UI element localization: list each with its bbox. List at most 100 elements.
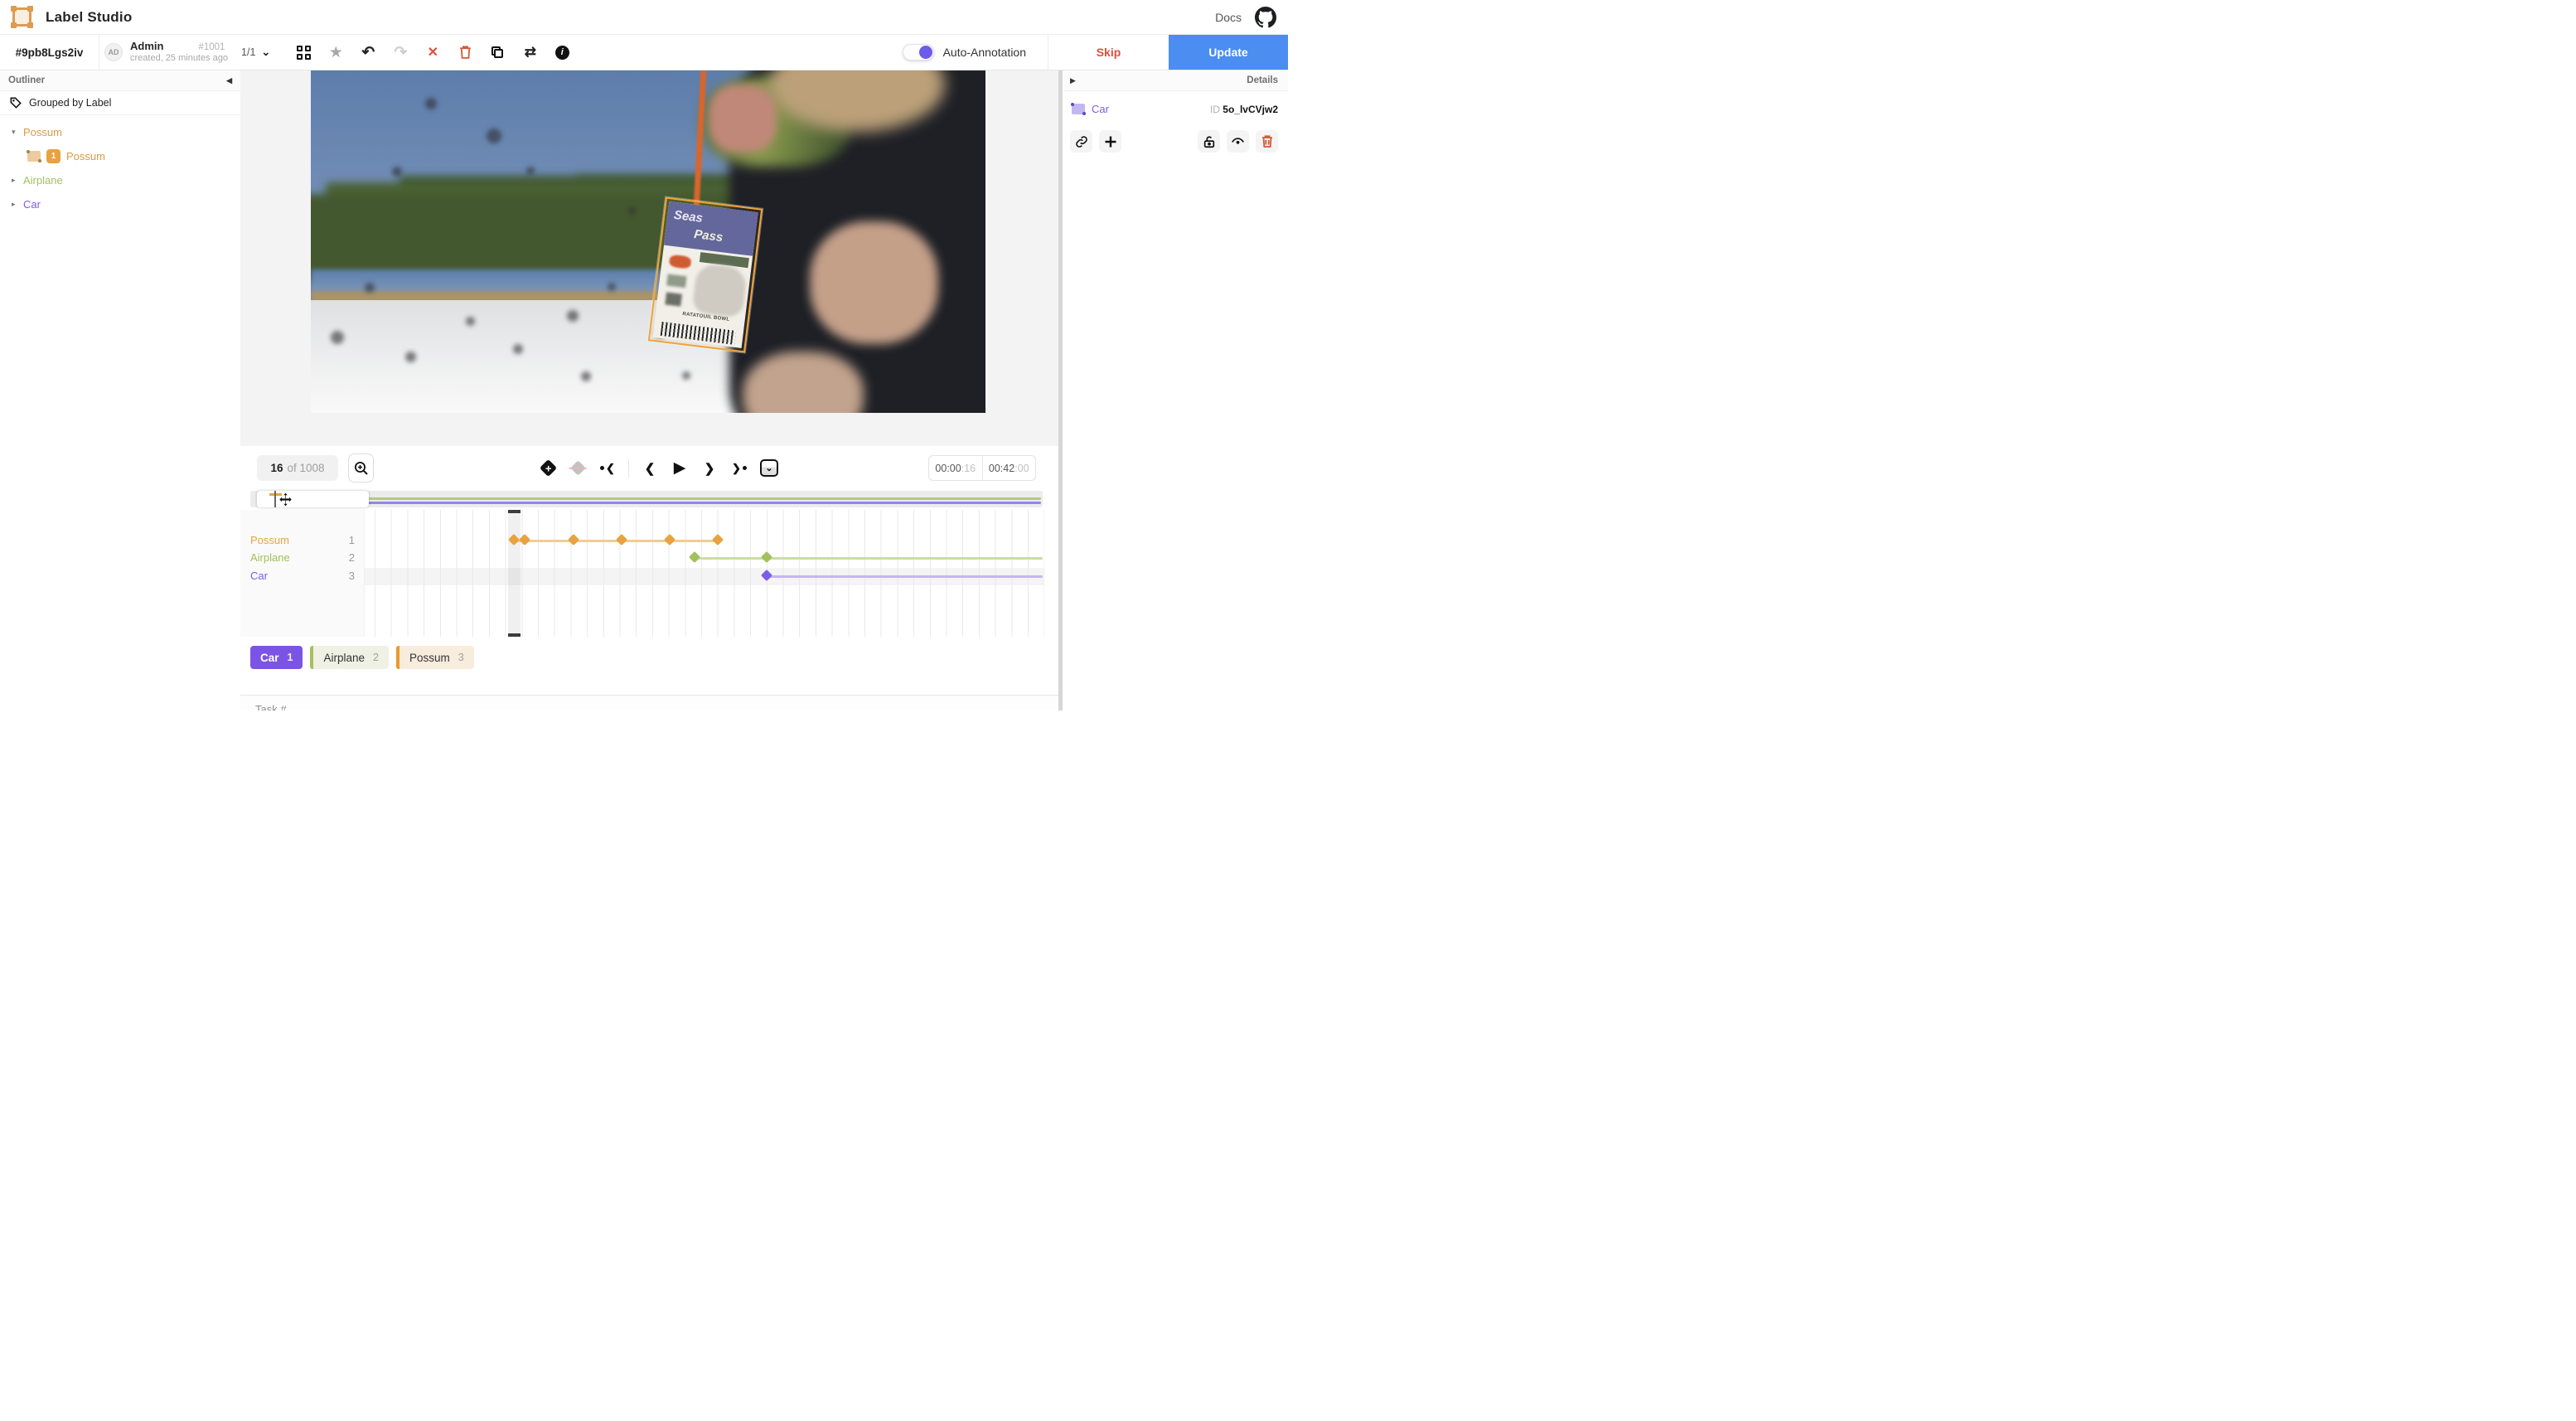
current-frame: 16 [270,462,283,474]
label-chip-airplane[interactable]: Airplane 2 [310,646,388,669]
track-label-possum[interactable]: Possum1 [250,534,355,546]
annotation-info[interactable]: AD Admin #1001 created, 25 minutes ago [99,35,236,70]
swap-icon[interactable]: ⇄ [520,42,540,62]
expand-arrow-icon[interactable]: ▸ [12,176,23,185]
keyframe-diamond[interactable] [712,534,724,546]
prev-keyframe-button[interactable]: ❮ [598,459,617,478]
views-grid-icon[interactable] [293,42,313,62]
label-chip-car[interactable]: Car 1 [250,646,303,669]
play-button[interactable]: ▶ [671,459,689,478]
group-label: Airplane [23,174,63,187]
github-icon[interactable] [1255,7,1276,28]
next-keyframe-button[interactable]: ❯ [730,459,748,478]
auto-annotation-label: Auto-Annotation [943,46,1026,59]
annotation-id: #1001 [198,42,225,53]
keyframe-diamond[interactable] [568,534,579,546]
collapse-timeline-button[interactable]: ⌄ [760,459,778,478]
keyframe-span [695,557,1043,560]
grouping-label: Grouped by Label [29,97,111,109]
info-icon[interactable]: i [552,42,572,62]
total-time: 00:42:00 [983,463,1036,474]
outliner-panel: Outliner ◀ Grouped by Label ▾ Possum 1 P… [0,70,240,710]
track-lane-possum[interactable] [375,532,1044,550]
annotation-pager[interactable]: 1/1 ⌄ [241,35,270,70]
regions-tree: ▾ Possum 1 Possum ▸ Airplane ▸ Car [0,115,240,216]
keyframe-diamond[interactable] [761,551,772,563]
video-frame[interactable]: SeasPass RATATOUIL BOWL [311,70,985,413]
redo-icon[interactable]: ↷ [390,42,410,62]
keyframe-span [767,575,1043,578]
keyframe-diamond[interactable] [616,534,627,546]
magnifier-plus-icon [354,461,369,476]
group-label: Possum [23,126,62,138]
track-lane-airplane[interactable] [375,550,1044,567]
delete-annotation-icon[interactable] [455,42,475,62]
prev-frame-button[interactable]: ❮ [641,459,659,478]
tree-group-airplane[interactable]: ▸ Airplane [0,168,240,192]
chip-hotkey: 1 [288,652,293,663]
chip-label: Car [260,652,279,664]
lock-icon[interactable] [1198,130,1220,153]
region-label: Possum [66,150,105,162]
track-lane-car[interactable] [375,568,1044,585]
next-frame-button[interactable]: ❯ [700,459,719,478]
seekbar-viewport-window[interactable] [257,491,369,507]
region-id: ID 5o_lvCVjw2 [1210,104,1278,115]
expand-arrow-icon[interactable]: ▸ [12,200,23,209]
visibility-icon[interactable] [1227,130,1249,153]
collapse-panel-icon[interactable]: ◀ [226,76,232,85]
selected-region-row[interactable]: Car ID 5o_lvCVjw2 [1063,91,1288,115]
add-relation-icon[interactable] [1099,130,1121,153]
label-chip-possum[interactable]: Possum 3 [396,646,474,669]
seekbar[interactable] [250,491,1043,507]
task-id[interactable]: #9pb8Lgs2iv [0,35,99,70]
video-workspace: SeasPass RATATOUIL BOWL [240,70,1058,446]
region-thumb-icon [1072,104,1085,114]
update-button[interactable]: Update [1169,35,1288,70]
tree-group-possum[interactable]: ▾ Possum [0,120,240,144]
video-hand-raised [709,85,776,153]
keyframe-diamond[interactable] [689,551,700,563]
auto-annotation-toggle[interactable] [903,44,934,61]
annotation-toolbar: #9pb8Lgs2iv AD Admin #1001 created, 25 m… [0,35,1288,70]
undo-icon[interactable]: ↶ [358,42,378,62]
expand-panel-icon[interactable]: ▶ [1070,76,1076,85]
skip-button[interactable]: Skip [1048,35,1169,70]
region-bounding-box[interactable]: SeasPass RATATOUIL BOWL [648,196,763,352]
add-keyframe-button[interactable] [539,459,557,478]
seekbar-car-span [285,502,1041,504]
track-label-airplane[interactable]: Airplane2 [250,551,355,564]
reset-icon[interactable]: ✕ [423,42,443,62]
main-area: SeasPass RATATOUIL BOWL 16 of 1008 [240,70,1058,710]
panel-divider-scrollbar[interactable] [1058,70,1063,710]
move-cursor-icon [278,492,293,507]
frame-counter[interactable]: 16 of 1008 [257,455,338,481]
keyframe-diamond[interactable] [664,534,675,546]
tree-region-possum[interactable]: 1 Possum [0,144,240,168]
duplicate-icon[interactable] [487,42,507,62]
timeline-controls: 16 of 1008 ❮ ❮ ▶ ❯ ❯ ⌄ 00:00:16 00:42:00 [240,448,1058,489]
docs-link[interactable]: Docs [1215,11,1242,24]
chip-label: Airplane [323,652,365,664]
zoom-in-button[interactable] [348,453,374,483]
star-icon[interactable]: ★ [326,42,346,62]
video-hand [810,221,938,345]
keyframe-diamond[interactable] [508,534,520,546]
region-count-badge: 1 [46,149,61,163]
timeline-tracks[interactable]: Possum1 Airplane2 Car3 [240,510,1058,637]
track-label-car[interactable]: Car3 [250,570,355,582]
chevron-down-icon: ⌄ [261,46,270,59]
seekbar-playhead[interactable] [274,491,276,507]
tree-group-car[interactable]: ▸ Car [0,192,240,216]
keyframe-diamond[interactable] [761,570,772,581]
link-icon[interactable] [1070,130,1092,153]
grouping-selector[interactable]: Grouped by Label [0,91,240,115]
annotation-created: created, 25 minutes ago [130,53,228,64]
label-studio-logo-icon[interactable] [12,7,31,27]
current-time[interactable]: 00:00:16 [929,463,982,474]
toggle-interpolation-button[interactable] [569,459,587,478]
keyframe-diamond[interactable] [519,534,530,546]
seekbar-airplane-span [283,497,1041,500]
expand-arrow-icon[interactable]: ▾ [12,128,23,137]
delete-region-icon[interactable] [1256,130,1278,153]
